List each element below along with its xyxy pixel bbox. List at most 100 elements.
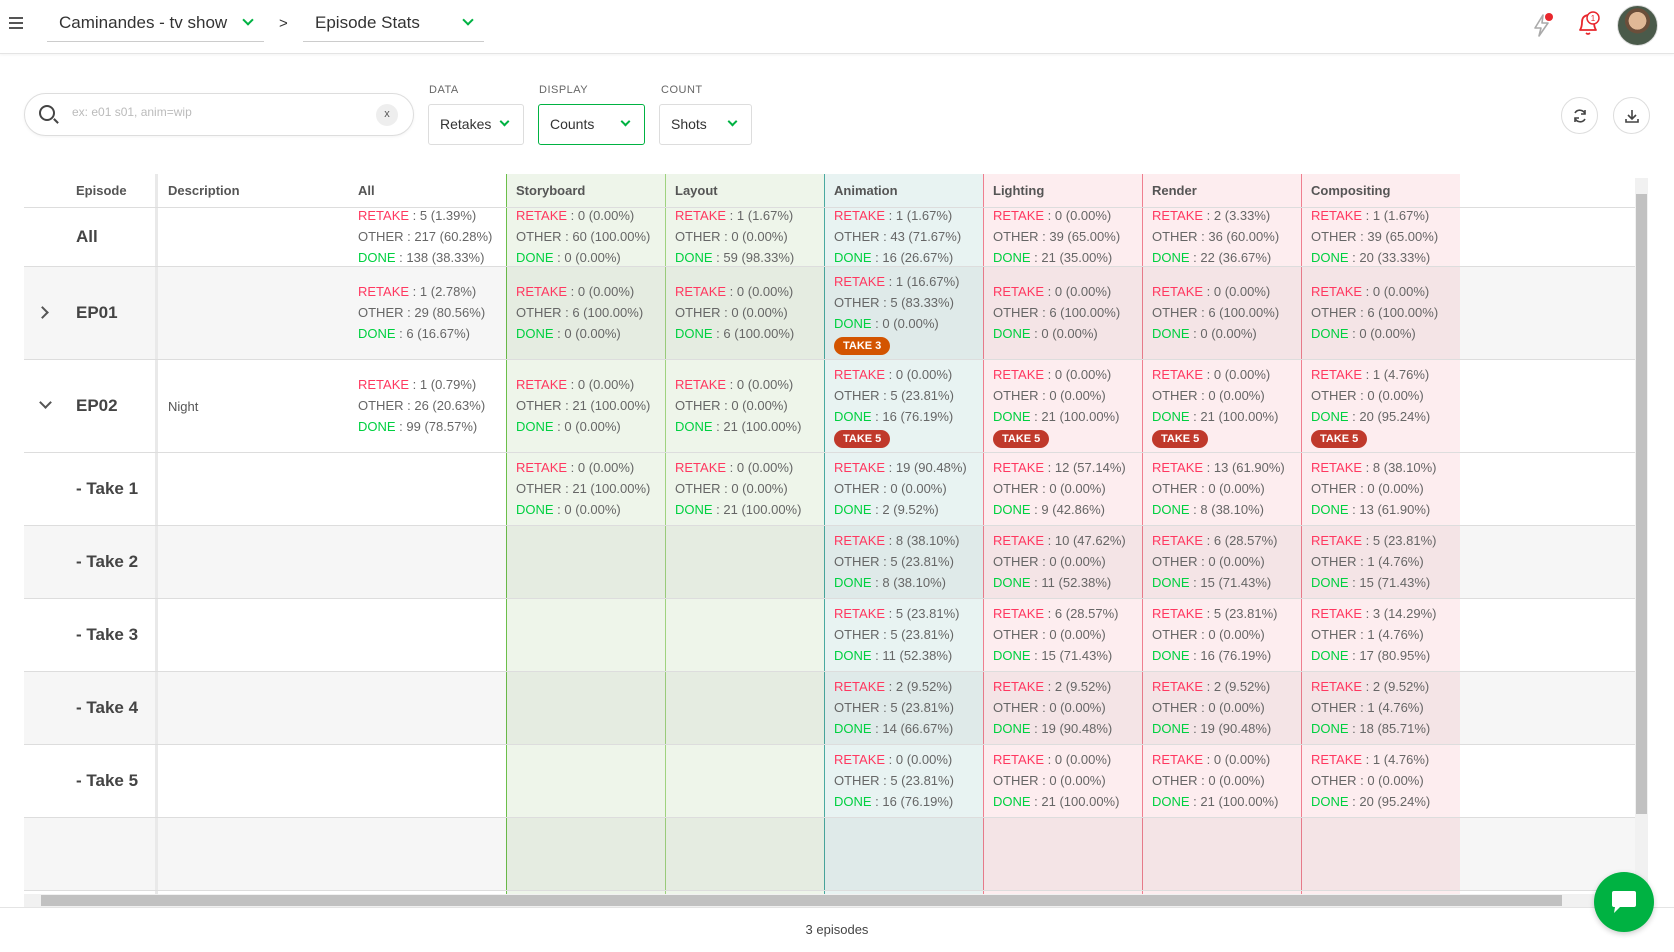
animation-stats-cell: RETAKE : 19 (90.48%) OTHER : 0 (0.00%) DON… [834,460,967,517]
hamburger-menu-icon[interactable] [9,16,23,30]
row-label: EP01 [76,302,118,322]
compositing-stats-cell: RETAKE : 5 (23.81%) OTHER : 1 (4.76%) DONE… [1311,533,1437,590]
compositing-stats-cell: RETAKE : 0 (0.00%) OTHER : 6 (100.00%) DON… [1311,284,1439,341]
lightning-icon[interactable] [1528,11,1556,39]
search-input[interactable] [72,105,372,119]
column-header-all[interactable]: All [348,174,506,207]
download-button[interactable] [1613,97,1650,134]
animation-stats-cell: RETAKE : 1 (1.67%) OTHER : 43 (71.67%) DON… [834,208,962,265]
animation-stats-cell: RETAKE : 1 (16.67%) OTHER : 5 (83.33%) DON… [824,271,960,355]
take-badge: TAKE 5 [993,430,1050,448]
horizontal-scrollbar[interactable] [24,894,1635,907]
vertical-scrollbar[interactable] [1635,178,1648,902]
lighting-stats-cell: RETAKE : 0 (0.00%) OTHER : 39 (65.00%) DON… [993,208,1121,265]
row-divider [24,452,1635,453]
compositing-stats-cell: RETAKE : 8 (38.10%) OTHER : 0 (0.00%) DONE… [1311,460,1437,517]
row-divider [24,890,1635,891]
download-icon [1624,109,1639,123]
data-label: DATA [429,84,459,96]
lighting-stats-cell: RETAKE : 12 (57.14%) OTHER : 0 (0.00%) DON… [993,460,1126,517]
row-divider [24,598,1635,599]
refresh-button[interactable] [1561,97,1598,134]
row-description: Night [168,398,199,414]
row-label: - Take 1 [76,478,139,498]
animation-stats-cell: RETAKE : 2 (9.52%) OTHER : 5 (23.81%) DONE… [834,679,954,736]
lighting-stats-cell: RETAKE : 2 (9.52%) OTHER : 0 (0.00%) DONE … [993,679,1113,736]
row-divider [24,359,1635,360]
storyboard-stats-cell: RETAKE : 0 (0.00%) OTHER : 21 (100.00%) DO… [516,460,651,517]
lighting-stats-cell: RETAKE : 6 (28.57%) OTHER : 0 (0.00%) DONE… [993,606,1119,663]
display-label: DISPLAY [539,84,589,96]
render-stats-cell: RETAKE : 6 (28.57%) OTHER : 0 (0.00%) DONE… [1152,533,1278,590]
lighting-stats-cell: RETAKE : 0 (0.00%) OTHER : 0 (0.00%) DONE … [993,752,1120,809]
storyboard-stats-cell: RETAKE : 0 (0.00%) OTHER : 21 (100.00%) DO… [516,377,651,434]
render-stats-cell: RETAKE : 0 (0.00%) OTHER : 0 (0.00%) DONE … [1152,752,1279,809]
bell-icon[interactable]: 1 [1574,9,1602,39]
chat-icon [1612,891,1636,913]
clear-search-button[interactable]: x [376,104,398,126]
breadcrumb-separator: > [279,15,288,32]
storyboard-stats-cell: RETAKE : 0 (0.00%) OTHER : 6 (100.00%) DON… [516,284,644,341]
column-header-render[interactable]: Render [1142,174,1301,207]
column-header-description[interactable]: Description [158,174,348,207]
column-header-lighting[interactable]: Lighting [983,174,1142,207]
render-stats-cell: RETAKE : 0 (0.00%) OTHER : 6 (100.00%) DON… [1152,284,1280,341]
render-stats-cell: RETAKE : 5 (23.81%) OTHER : 0 (0.00%) DONE… [1152,606,1278,663]
section-selector[interactable]: Episode Stats [303,10,484,42]
compositing-stats-cell: RETAKE : 1 (4.76%) OTHER : 0 (0.00%) DONE … [1301,364,1430,448]
data-select-value: Retakes [440,116,492,132]
svg-text:1: 1 [1591,14,1596,23]
chevron-down-icon [727,116,738,127]
refresh-icon [1573,108,1586,123]
layout-stats-cell: RETAKE : 1 (1.67%) OTHER : 0 (0.00%) DONE … [675,208,795,265]
count-select-value: Shots [671,116,707,132]
display-select[interactable]: Counts [538,104,645,145]
row-divider [24,744,1635,745]
count-label: COUNT [661,84,703,96]
take-badge: TAKE 5 [834,430,891,448]
all-stats-cell: RETAKE : 1 (0.79%) OTHER : 26 (20.63%) DON… [358,377,486,434]
chevron-down-icon [242,14,254,26]
row-label: - Take 3 [76,624,139,644]
search-icon [39,105,55,121]
compositing-stats-cell: RETAKE : 1 (4.76%) OTHER : 0 (0.00%) DONE … [1311,752,1431,809]
take-badge: TAKE 5 [1311,430,1368,448]
column-header-animation[interactable]: Animation [824,174,983,207]
animation-stats-cell: RETAKE : 0 (0.00%) OTHER : 5 (23.81%) DONE… [824,364,954,448]
count-select[interactable]: Shots [659,104,752,145]
lighting-stats-cell: RETAKE : 0 (0.00%) OTHER : 6 (100.00%) DON… [993,284,1121,341]
row-label: - Take 4 [76,697,139,717]
row-label: - Take 5 [76,770,139,790]
top-bar: Caminandes - tv show > Episode Stats 1 [0,0,1674,54]
chat-button[interactable] [1594,872,1654,932]
section-name: Episode Stats [315,13,420,32]
storyboard-stats-cell: RETAKE : 0 (0.00%) OTHER : 60 (100.00%) DO… [516,208,651,265]
chevron-down-icon [499,116,510,127]
search-bar: x [24,93,414,136]
production-name: Caminandes - tv show [59,13,228,32]
row-divider [24,671,1635,672]
animation-stats-cell: RETAKE : 5 (23.81%) OTHER : 5 (23.81%) DON… [834,606,960,663]
take-badge: TAKE 3 [834,337,891,355]
column-header-storyboard[interactable]: Storyboard [506,174,665,207]
layout-stats-cell: RETAKE : 0 (0.00%) OTHER : 0 (0.00%) DONE … [675,377,802,434]
row-label: All [76,226,98,246]
all-stats-cell: RETAKE : 5 (1.39%) OTHER : 217 (60.28%) DO… [358,208,493,265]
render-stats-cell: RETAKE : 2 (9.52%) OTHER : 0 (0.00%) DONE … [1152,679,1272,736]
render-stats-cell: RETAKE : 0 (0.00%) OTHER : 0 (0.00%) DONE … [1142,364,1278,448]
column-header-layout[interactable]: Layout [665,174,824,207]
row-divider [24,525,1635,526]
data-select[interactable]: Retakes [428,104,524,145]
render-stats-cell: RETAKE : 2 (3.33%) OTHER : 36 (60.00%) DON… [1152,208,1280,265]
compositing-stats-cell: RETAKE : 1 (1.67%) OTHER : 39 (65.00%) DON… [1311,208,1439,265]
production-selector[interactable]: Caminandes - tv show [47,10,264,42]
chevron-down-icon [620,116,631,127]
lighting-stats-cell: RETAKE : 0 (0.00%) OTHER : 0 (0.00%) DONE … [983,364,1119,448]
episode-stats-table: Episode Description All Storyboard Layout Ani… [24,174,1651,907]
user-avatar[interactable] [1617,5,1658,46]
collapse-chevron-icon[interactable] [39,395,52,409]
row-label: EP02 [76,395,118,415]
render-stats-cell: RETAKE : 13 (61.90%) OTHER : 0 (0.00%) DON… [1152,460,1285,517]
display-select-value: Counts [550,116,595,132]
column-header-compositing[interactable]: Compositing [1301,174,1460,207]
